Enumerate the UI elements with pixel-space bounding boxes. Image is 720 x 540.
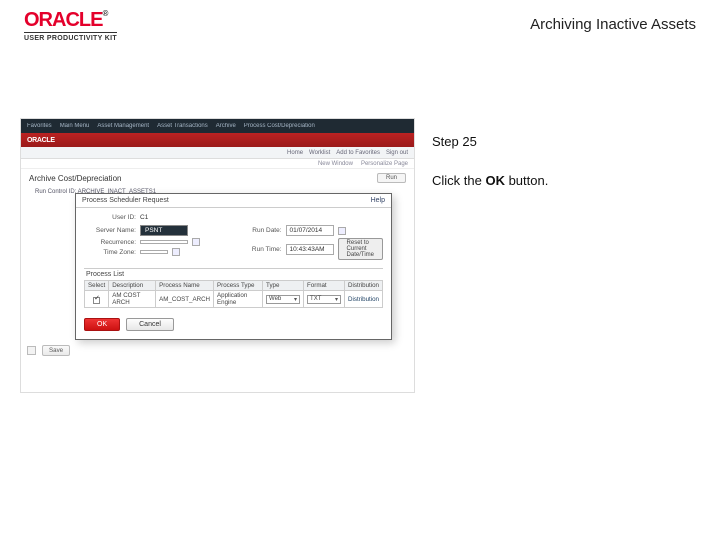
- row-recurrence: Recurrence:: [84, 238, 230, 246]
- label-time-zone: Time Zone:: [84, 249, 136, 256]
- lookup-icon[interactable]: [192, 238, 200, 246]
- format-select[interactable]: TXT: [307, 295, 341, 304]
- app-breadcrumb: New Window Personalize Page: [21, 159, 414, 169]
- step-body: Click the OK button.: [432, 171, 696, 192]
- step-label: Step 25: [432, 132, 696, 153]
- oracle-logo-text: ORACLE: [24, 9, 102, 31]
- cell-process-name: AM_COST_ARCH: [156, 291, 214, 308]
- distribution-link[interactable]: Distribution: [348, 296, 379, 303]
- recurrence-select[interactable]: [140, 240, 188, 244]
- process-scheduler-modal: Process Scheduler Request Help User ID: …: [75, 193, 392, 340]
- server-name-select[interactable]: PSNT: [140, 225, 188, 236]
- cancel-button[interactable]: Cancel: [126, 318, 174, 331]
- run-time-input[interactable]: 10:43:43AM: [286, 244, 334, 255]
- behind-footer: Save: [27, 345, 70, 356]
- reset-time-button[interactable]: Reset to Current Date/Time: [338, 238, 383, 260]
- page-header: ORACLE® USER PRODUCTIVITY KIT Archiving …: [24, 10, 696, 42]
- nav-item[interactable]: Main Menu: [60, 123, 90, 129]
- label-run-time: Run Time:: [230, 246, 282, 253]
- label-recurrence: Recurrence:: [84, 239, 136, 246]
- col-distribution: Distribution: [345, 281, 383, 291]
- breadcrumb-link[interactable]: Personalize Page: [361, 161, 408, 167]
- nav-item[interactable]: Process Cost/Depreciation: [244, 123, 315, 129]
- modal-buttons: OK Cancel: [76, 312, 391, 339]
- app-top-nav: Favorites Main Menu Asset Management Ass…: [21, 119, 414, 133]
- cell-distribution[interactable]: Distribution: [345, 291, 383, 308]
- row-run-date: Run Date: 01/07/2014: [230, 225, 383, 236]
- col-description: Description: [109, 281, 156, 291]
- col-process-name: Process Name: [156, 281, 214, 291]
- app-screenshot: Favorites Main Menu Asset Management Ass…: [20, 118, 415, 393]
- oracle-logo-tm: ®: [102, 9, 107, 18]
- ok-button[interactable]: OK: [84, 318, 120, 331]
- label-server-name: Server Name:: [84, 227, 136, 234]
- calendar-icon[interactable]: [338, 227, 346, 235]
- process-list-grid: Select Description Process Name Process …: [84, 280, 383, 308]
- row-time-zone: Time Zone:: [84, 248, 230, 256]
- app-brand-bar: ORACLE: [21, 133, 414, 147]
- modal-header: Process Scheduler Request Help: [76, 194, 391, 208]
- nav-item[interactable]: Asset Transactions: [157, 123, 208, 129]
- modal-title: Process Scheduler Request: [82, 197, 169, 204]
- app-page-title: Archive Cost/Depreciation: [29, 174, 121, 183]
- time-zone-input[interactable]: [140, 250, 168, 254]
- table-row: AM COST ARCH AM_COST_ARCH Application En…: [85, 291, 383, 308]
- lookup-icon[interactable]: [172, 248, 180, 256]
- row-server-name: Server Name: PSNT: [84, 225, 230, 236]
- nav-item[interactable]: Favorites: [27, 123, 52, 129]
- col-process-type: Process Type: [214, 281, 263, 291]
- app-page-header: Archive Cost/Depreciation Run: [21, 169, 414, 187]
- step-body-post: button.: [505, 173, 548, 188]
- type-select[interactable]: Web: [266, 295, 300, 304]
- breadcrumb-link[interactable]: New Window: [318, 161, 353, 167]
- util-link[interactable]: Worklist: [309, 150, 330, 156]
- col-select: Select: [85, 281, 109, 291]
- row-user-id: User ID: C1: [84, 214, 383, 221]
- step-body-pre: Click the: [432, 173, 485, 188]
- modal-body: User ID: C1 Server Name: PSNT Recurrence…: [76, 208, 391, 312]
- step-body-bold: OK: [485, 173, 505, 188]
- process-list-title: Process List: [84, 269, 383, 280]
- run-button[interactable]: Run: [377, 173, 406, 183]
- util-link[interactable]: Sign out: [386, 150, 408, 156]
- cell-description: AM COST ARCH: [109, 291, 156, 308]
- upk-subline: USER PRODUCTIVITY KIT: [24, 32, 117, 42]
- col-format: Format: [304, 281, 345, 291]
- save-button-behind[interactable]: Save: [42, 345, 70, 356]
- oracle-logo-block: ORACLE® USER PRODUCTIVITY KIT: [24, 10, 117, 42]
- run-date-input[interactable]: 01/07/2014: [286, 225, 334, 236]
- nav-item[interactable]: Asset Management: [97, 123, 149, 129]
- oracle-logo: ORACLE®: [24, 10, 117, 30]
- modal-help-link[interactable]: Help: [371, 197, 385, 204]
- value-user-id: C1: [140, 214, 148, 221]
- process-list: Process List Select Description Process …: [84, 268, 383, 308]
- label-run-date: Run Date:: [230, 227, 282, 234]
- nav-item[interactable]: Archive: [216, 123, 236, 129]
- util-link[interactable]: Home: [287, 150, 303, 156]
- grid-header-row: Select Description Process Name Process …: [85, 281, 383, 291]
- row-run-time: Run Time: 10:43:43AM Reset to Current Da…: [230, 238, 383, 260]
- util-link[interactable]: Add to Favorites: [336, 150, 380, 156]
- app-util-bar: Home Worklist Add to Favorites Sign out: [21, 147, 414, 159]
- col-type: Type: [263, 281, 304, 291]
- app-brand-logo: ORACLE: [27, 137, 55, 144]
- label-user-id: User ID:: [84, 214, 136, 221]
- page-title: Archiving Inactive Assets: [530, 16, 696, 33]
- save-icon: [27, 346, 36, 355]
- cell-process-type: Application Engine: [214, 291, 263, 308]
- select-checkbox[interactable]: [93, 297, 100, 304]
- instruction-panel: Step 25 Click the OK button.: [432, 132, 696, 192]
